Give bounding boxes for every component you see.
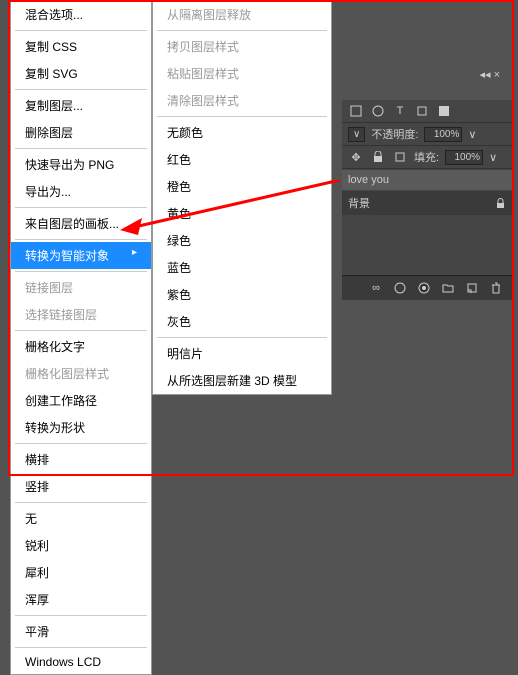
menu-copy-svg[interactable]: 复制 SVG: [11, 60, 151, 87]
menu-convert-smart-object[interactable]: 转换为智能对象: [11, 242, 151, 269]
menu-clear-layer-style: 清除图层样式: [153, 87, 331, 114]
menu-select-linked: 选择链接图层: [11, 301, 151, 328]
opacity-value[interactable]: 100%: [424, 127, 462, 142]
menu-release-isolation: 从隔离图层释放: [153, 1, 331, 28]
context-menu-left: 混合选项... 复制 CSS 复制 SVG 复制图层... 删除图层 快速导出为…: [10, 0, 152, 675]
menu-color-none[interactable]: 无颜色: [153, 119, 331, 146]
menu-export-as[interactable]: 导出为...: [11, 178, 151, 205]
layers-panel: T ∨ 不透明度: 100% ∨ ✥ 填充: 100% ∨ love you 背…: [342, 100, 512, 300]
fill-value[interactable]: 100%: [445, 150, 483, 165]
context-menu-right: 从隔离图层释放 拷贝图层样式 粘贴图层样式 清除图层样式 无颜色 红色 橙色 黄…: [152, 0, 332, 395]
menu-aa-smooth[interactable]: 平滑: [11, 618, 151, 645]
menu-aa-none[interactable]: 无: [11, 505, 151, 532]
menu-color-purple[interactable]: 紫色: [153, 281, 331, 308]
filter-type-icon[interactable]: T: [392, 103, 408, 119]
menu-rasterize-type[interactable]: 栅格化文字: [11, 333, 151, 360]
filter-shape-icon[interactable]: [414, 103, 430, 119]
menu-blending-options[interactable]: 混合选项...: [11, 1, 151, 28]
opacity-row: ∨ 不透明度: 100% ∨: [342, 123, 512, 146]
layer-panel-footer: ∞: [342, 275, 512, 300]
lock-icon: [495, 198, 506, 209]
mask-icon[interactable]: [416, 280, 432, 296]
menu-color-green[interactable]: 绿色: [153, 227, 331, 254]
fill-chevron-icon[interactable]: ∨: [489, 151, 497, 164]
menu-paste-layer-style: 粘贴图层样式: [153, 60, 331, 87]
menu-quick-export-png[interactable]: 快速导出为 PNG: [11, 151, 151, 178]
lock-move-icon[interactable]: ✥: [348, 149, 364, 165]
panel-tab-close[interactable]: ◂◂ ×: [479, 68, 500, 81]
menu-color-yellow[interactable]: 黄色: [153, 200, 331, 227]
menu-new-3d-model[interactable]: 从所选图层新建 3D 模型: [153, 367, 331, 394]
menu-duplicate-layer[interactable]: 复制图层...: [11, 92, 151, 119]
layer-type-icons: T: [342, 100, 512, 123]
folder-icon[interactable]: [440, 280, 456, 296]
menu-postcard[interactable]: 明信片: [153, 340, 331, 367]
filter-adjust-icon[interactable]: [370, 103, 386, 119]
filter-smart-icon[interactable]: [436, 103, 452, 119]
fill-label: 填充:: [414, 149, 439, 165]
lock-all-icon[interactable]: [370, 149, 386, 165]
lock-fill-row: ✥ 填充: 100% ∨: [342, 146, 512, 169]
menu-copy-layer-style: 拷贝图层样式: [153, 33, 331, 60]
menu-color-red[interactable]: 红色: [153, 146, 331, 173]
menu-convert-shape[interactable]: 转换为形状: [11, 414, 151, 441]
menu-create-work-path[interactable]: 创建工作路径: [11, 387, 151, 414]
menu-copy-css[interactable]: 复制 CSS: [11, 33, 151, 60]
layer-row[interactable]: 背景: [342, 191, 512, 215]
link-layers-icon[interactable]: ∞: [368, 280, 384, 296]
opacity-label: 不透明度:: [371, 126, 418, 142]
blend-mode-dropdown[interactable]: ∨: [348, 127, 365, 142]
filter-pixel-icon[interactable]: [348, 103, 364, 119]
menu-aa-crisp[interactable]: 犀利: [11, 559, 151, 586]
menu-link-layers: 链接图层: [11, 274, 151, 301]
menu-color-orange[interactable]: 橙色: [153, 173, 331, 200]
layer-name: 背景: [348, 195, 370, 211]
menu-aa-windows-lcd[interactable]: Windows LCD: [11, 650, 151, 674]
menu-color-blue[interactable]: 蓝色: [153, 254, 331, 281]
opacity-chevron-icon[interactable]: ∨: [468, 128, 476, 141]
menu-aa-strong[interactable]: 浑厚: [11, 586, 151, 613]
layer-name: love you: [348, 174, 389, 186]
new-layer-icon[interactable]: [464, 280, 480, 296]
fx-icon[interactable]: [392, 280, 408, 296]
lock-artboard-icon[interactable]: [392, 149, 408, 165]
menu-aa-sharp[interactable]: 锐利: [11, 532, 151, 559]
menu-horizontal[interactable]: 横排: [11, 446, 151, 473]
menu-artboard-from-layers[interactable]: 来自图层的画板...: [11, 210, 151, 237]
menu-rasterize-style: 栅格化图层样式: [11, 360, 151, 387]
layer-row[interactable]: love you: [342, 170, 512, 190]
menu-vertical[interactable]: 竖排: [11, 473, 151, 500]
menu-delete-layer[interactable]: 删除图层: [11, 119, 151, 146]
trash-icon[interactable]: [488, 280, 504, 296]
menu-color-gray[interactable]: 灰色: [153, 308, 331, 335]
